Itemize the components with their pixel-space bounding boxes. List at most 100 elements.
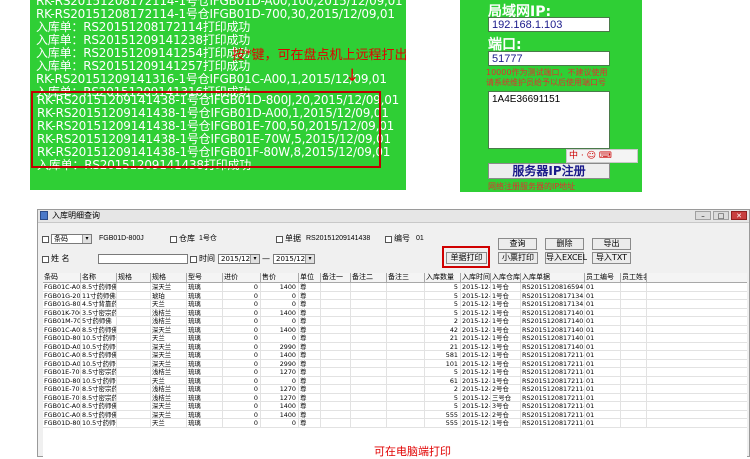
warehouse-value[interactable]: 1号仓	[199, 234, 217, 244]
code-checkbox[interactable]	[385, 236, 392, 243]
doc-checkbox[interactable]	[276, 236, 283, 243]
table-row[interactable]: FGB01G-8004.5寸背靠药师天兰琉璃00尊52015-12-081号仓R…	[43, 300, 747, 309]
column-header[interactable]: 入库仓库	[491, 273, 521, 282]
table-cell: 01	[585, 410, 621, 419]
import-txt-button[interactable]: 导入TXT	[592, 252, 631, 264]
column-header[interactable]: 售价	[261, 273, 299, 282]
column-header[interactable]: 备注一	[321, 273, 351, 282]
table-cell: 21	[425, 334, 461, 342]
table-row[interactable]: FGB01C-A008.5寸药师佛 深天兰琉璃01400尊 5812015-12-0…	[43, 351, 747, 360]
name-input[interactable]	[98, 254, 188, 264]
column-header[interactable]: 进价	[223, 273, 261, 282]
table-cell	[387, 402, 425, 410]
table-row[interactable]: FGB01C-A008.5寸药师佛 深天兰琉璃01400尊 422015-12-08…	[43, 325, 747, 334]
table-cell: FGB01D-800J	[44, 419, 81, 427]
table-row[interactable]: FGB01C-A008.5寸药师佛 深天兰琉璃01400尊 5552015-12-0…	[43, 410, 747, 419]
column-header[interactable]: 规格	[151, 273, 187, 282]
print-receipt-button[interactable]: 小票打印	[498, 252, 538, 264]
column-header[interactable]: 员工编号	[585, 273, 621, 282]
time-from-picker[interactable]: 2015/12/ 9 ▾	[218, 254, 260, 264]
query-button[interactable]: 查询	[498, 238, 537, 250]
table-cell	[117, 359, 151, 368]
table-row[interactable]: FGB01M-7005寸药师佛（浅桔兰琉璃00尊22015-12-081号仓RS…	[43, 317, 747, 326]
table-cell	[321, 308, 351, 317]
time-to-picker[interactable]: 2015/12/ 9 ▾	[273, 254, 315, 264]
table-row[interactable]: FGB01E-70W8.5寸密宗药师 浅桔兰琉璃01270尊 52015-12-09…	[43, 368, 747, 377]
table-cell: 0	[223, 402, 261, 410]
table-cell	[117, 308, 151, 317]
table-cell: 5	[425, 402, 461, 410]
table-cell: 1号仓	[491, 376, 521, 385]
column-header[interactable]: 入库单据	[521, 273, 585, 282]
column-header[interactable]: 名称	[81, 273, 117, 282]
table-row[interactable]: FGB01E-70W8.5寸密宗药师 浅桔兰琉璃01270尊 52015-12-09…	[43, 393, 747, 402]
lan-ip-input[interactable]: 192.168.1.103	[488, 17, 610, 32]
table-row[interactable]: FGB01K-7003.5寸密宗药师 浅桔兰琉璃01400尊 52015-12-08…	[43, 308, 747, 317]
table-cell: 2015-12-09	[462, 410, 491, 419]
table-cell	[621, 325, 647, 334]
close-icon[interactable]: ✕	[731, 211, 747, 220]
export-button[interactable]: 导出	[592, 238, 631, 250]
table-cell: 4.5寸背靠药师	[81, 300, 117, 308]
delete-button[interactable]: 删除	[545, 238, 584, 250]
table-row[interactable]: FGB01E-70W8.5寸密宗药师 浅桔兰琉璃01270尊 22015-12-09…	[43, 385, 747, 394]
table-cell	[387, 300, 425, 308]
key-textarea[interactable]: 1A4E36691151	[488, 91, 610, 149]
table-cell	[321, 317, 351, 325]
column-header[interactable]: 备注二	[351, 273, 387, 282]
register-note: 网络注册服务器的IP地址	[488, 182, 576, 191]
table-cell	[351, 300, 387, 308]
table-row[interactable]: FGB01D-800J10.5寸药师佛天兰琉璃00尊612015-12-091号…	[43, 376, 747, 385]
table-row[interactable]: FGB01D-800J10.5寸药师佛天兰琉璃00尊5552015-12-091…	[43, 419, 747, 428]
table-cell	[621, 342, 647, 351]
column-header[interactable]: 员工姓名	[621, 273, 647, 282]
table-cell: 01	[585, 317, 621, 325]
minimize-icon[interactable]: –	[695, 211, 711, 220]
column-header[interactable]: 规格	[117, 273, 151, 282]
import-excel-button[interactable]: 导入EXCEL	[545, 252, 587, 264]
column-header[interactable]: 入库数量	[425, 273, 461, 282]
code-value[interactable]: 01	[416, 234, 424, 244]
column-header[interactable]: 条码	[43, 273, 81, 282]
table-cell	[351, 385, 387, 393]
chevron-down-icon[interactable]: ▾	[305, 255, 314, 263]
table-row[interactable]: FGB01C-A008.5寸药师佛 深天兰琉璃01400尊 52015-12-093…	[43, 402, 747, 411]
inventory-table[interactable]: 条码 名称 规格 规格 型号 进价 售价 单位 备注一 备注二 备注三 入库数量 入库时间 入库仓库 入库单…	[43, 273, 747, 457]
highlight-box	[31, 91, 381, 168]
warehouse-checkbox[interactable]	[170, 236, 177, 243]
table-row[interactable]: FGB01C-A008.5寸药师佛 深天兰琉璃01400尊 52015-12-081…	[43, 283, 747, 292]
ime-toolbar[interactable]: 中 · ☺ ⌨	[566, 149, 638, 163]
port-input[interactable]: 51777	[488, 51, 610, 66]
table-cell: 2	[425, 317, 461, 325]
table-row[interactable]: FGB01D-A0010.5寸药师佛 深天兰琉璃02990尊 1012015-12-…	[43, 359, 747, 368]
table-row[interactable]: FGB01G-20011寸药师佛琥珀琉璃00尊52015-12-081号仓RS2…	[43, 291, 747, 300]
table-cell: 5	[425, 368, 461, 376]
table-cell: 深天兰	[151, 351, 187, 359]
item-value[interactable]: FGB01D-800J	[99, 234, 144, 244]
table-cell: 浅桔兰	[151, 385, 187, 393]
item-select[interactable]: 条码 ▾	[51, 234, 92, 244]
column-header[interactable]: 单位	[299, 273, 321, 282]
table-cell	[387, 385, 425, 393]
table-cell: 5	[425, 300, 461, 308]
item-checkbox[interactable]	[42, 236, 49, 243]
table-row[interactable]: FGB01D-800J10.5寸药师佛天兰琉璃00尊212015-12-081号…	[43, 334, 747, 343]
doc-value[interactable]: RS20151209141438	[306, 234, 370, 244]
table-cell: 01	[585, 385, 621, 393]
time-checkbox[interactable]	[190, 256, 197, 263]
table-cell: 琉璃	[187, 385, 223, 393]
table-cell	[621, 368, 647, 376]
maximize-icon[interactable]: □	[713, 211, 729, 220]
table-cell	[351, 402, 387, 410]
register-server-ip-button[interactable]: 服务器IP注册	[488, 163, 610, 179]
table-cell: 01	[585, 342, 621, 351]
chevron-down-icon[interactable]: ▾	[250, 255, 259, 263]
table-cell	[621, 334, 647, 342]
name-checkbox[interactable]	[42, 256, 49, 263]
table-cell: 8.5寸药师佛	[82, 402, 117, 410]
column-header[interactable]: 入库时间	[461, 273, 491, 282]
chevron-down-icon[interactable]: ▾	[82, 235, 91, 243]
column-header[interactable]: 型号	[187, 273, 223, 282]
table-row[interactable]: FGB01D-A0010.5寸药师佛 深天兰琉璃02990尊 212015-12-0…	[43, 342, 747, 351]
column-header[interactable]: 备注三	[387, 273, 425, 282]
